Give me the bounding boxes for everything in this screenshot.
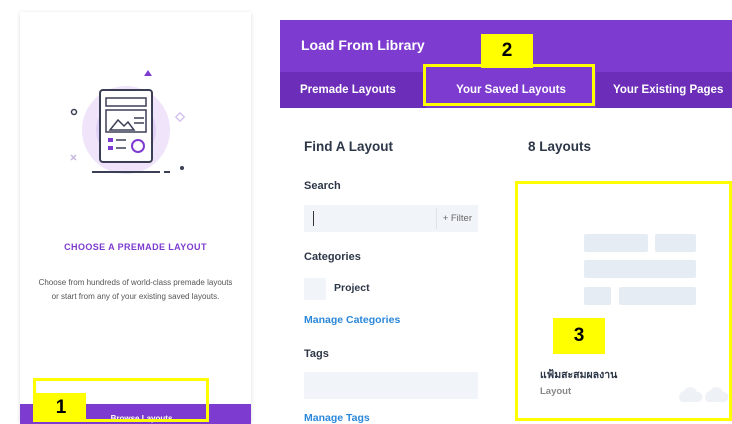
layout-count-heading: 8 Layouts: [528, 139, 592, 154]
search-input[interactable]: + Filter: [304, 205, 478, 232]
highlight-box-3: [515, 181, 732, 421]
library-title: Load From Library: [301, 37, 425, 53]
premade-layout-card: CHOOSE A PREMADE LAYOUT Choose from hund…: [20, 12, 251, 424]
search-label: Search: [304, 180, 341, 192]
manage-categories-link[interactable]: Manage Categories: [304, 314, 400, 326]
find-layout-heading: Find A Layout: [304, 139, 393, 154]
step-number-3: 3: [553, 318, 605, 354]
tab-your-existing-pages[interactable]: Your Existing Pages: [613, 72, 723, 108]
highlight-box-2: [423, 64, 595, 106]
text-caret: [313, 211, 314, 226]
tags-label: Tags: [304, 348, 329, 360]
step-number-1: 1: [36, 393, 86, 422]
categories-label: Categories: [304, 251, 361, 263]
tab-premade-layouts[interactable]: Premade Layouts: [300, 72, 396, 108]
category-label-project[interactable]: Project: [334, 282, 370, 294]
filter-button[interactable]: + Filter: [435, 208, 478, 229]
step-number-2: 2: [481, 34, 533, 68]
card-description: Choose from hundreds of world-class prem…: [38, 278, 233, 301]
category-checkbox-project[interactable]: [304, 278, 326, 300]
manage-tags-link[interactable]: Manage Tags: [304, 412, 370, 424]
tags-input[interactable]: [304, 372, 478, 399]
card-title: CHOOSE A PREMADE LAYOUT: [64, 242, 207, 252]
layout-illustration-icon: [70, 70, 186, 174]
